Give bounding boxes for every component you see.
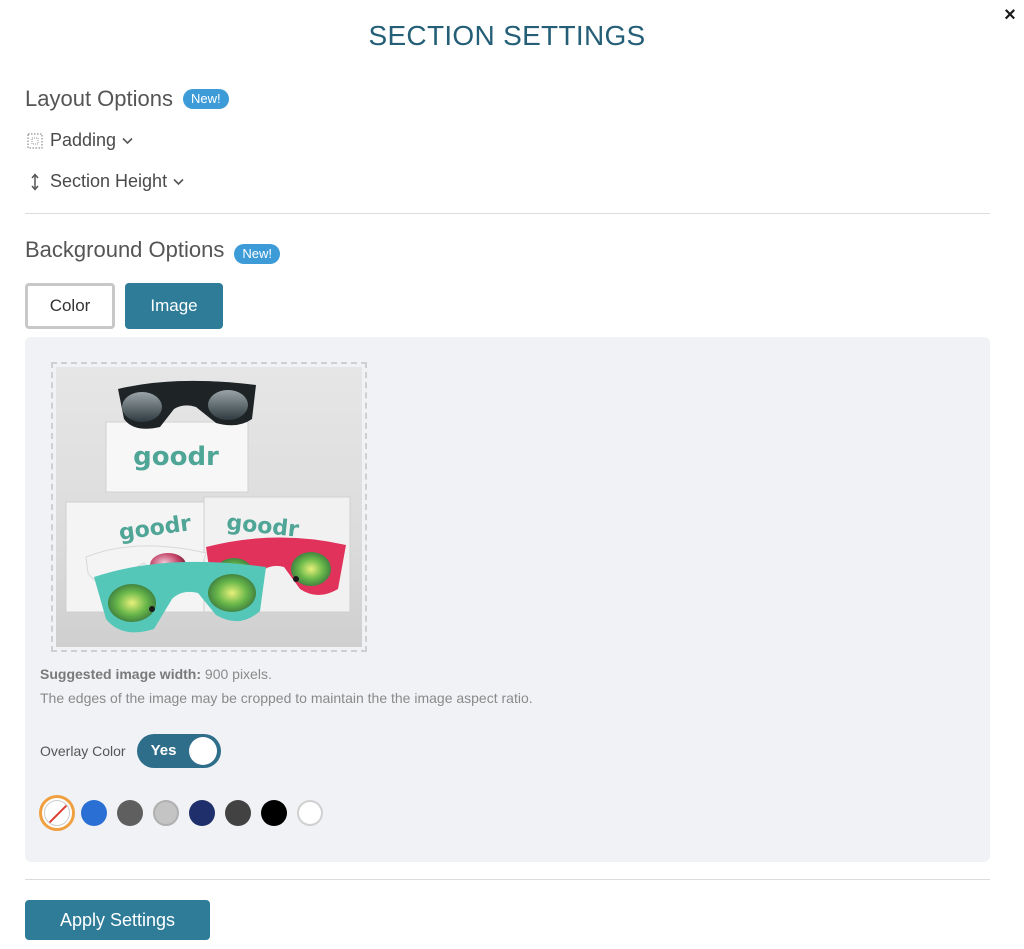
swatch-white[interactable]: [297, 800, 323, 826]
crop-note: The edges of the image may be cropped to…: [40, 690, 533, 706]
tab-image[interactable]: Image: [125, 283, 223, 329]
padding-label: Padding: [50, 130, 117, 150]
overlay-swatches: [39, 795, 333, 831]
chevron-down-icon: [122, 134, 133, 148]
goodr-logo-text: goodr: [133, 442, 219, 472]
swatch-black[interactable]: [261, 800, 287, 826]
overlay-color-label: Overlay Color: [40, 743, 126, 759]
dialog-title: SECTION SETTINGS: [368, 20, 646, 51]
background-options-heading: Background Options New!: [25, 236, 280, 264]
suggested-width-text: Suggested image width: 900 pixels.: [40, 666, 272, 682]
toggle-knob: [188, 737, 217, 765]
overlay-toggle-label: Yes: [150, 742, 177, 759]
height-arrows-icon: [25, 172, 45, 191]
layout-options-label: Layout Options: [25, 86, 173, 111]
divider: [25, 879, 990, 880]
overlay-color-row: Overlay Color Yes: [40, 734, 221, 768]
section-height-option[interactable]: Section Height: [25, 171, 184, 192]
section-height-label: Section Height: [50, 171, 168, 191]
suggested-width-label: Suggested image width:: [40, 666, 202, 682]
suggested-width-value: 900 pixels.: [204, 666, 272, 682]
padding-option[interactable]: Padding: [25, 130, 133, 151]
image-settings-panel: goodr goodr goodr Suggested image width:…: [25, 337, 990, 862]
padding-icon: [25, 133, 45, 149]
chevron-down-icon: [173, 175, 184, 189]
swatch-dark-gray[interactable]: [225, 800, 251, 826]
no-color-icon: [44, 800, 70, 826]
swatch-none-selected[interactable]: [39, 795, 75, 831]
sunglasses-photo: goodr goodr goodr: [65, 380, 351, 633]
background-options-label: Background Options: [25, 237, 225, 262]
swatch-gray[interactable]: [117, 800, 143, 826]
overlay-color-toggle[interactable]: Yes: [136, 734, 221, 768]
new-badge: New!: [234, 244, 280, 264]
apply-settings-button[interactable]: Apply Settings: [25, 900, 210, 940]
swatch-blue[interactable]: [81, 800, 107, 826]
swatch-light-gray[interactable]: [153, 800, 179, 826]
swatch-navy[interactable]: [189, 800, 215, 826]
background-image-dropzone[interactable]: goodr goodr goodr: [51, 362, 367, 652]
new-badge: New!: [182, 89, 229, 109]
layout-options-heading: Layout Options New!: [25, 86, 229, 112]
tab-color[interactable]: Color: [25, 283, 115, 329]
divider: [25, 213, 990, 214]
background-image-preview: goodr goodr goodr: [56, 367, 362, 647]
